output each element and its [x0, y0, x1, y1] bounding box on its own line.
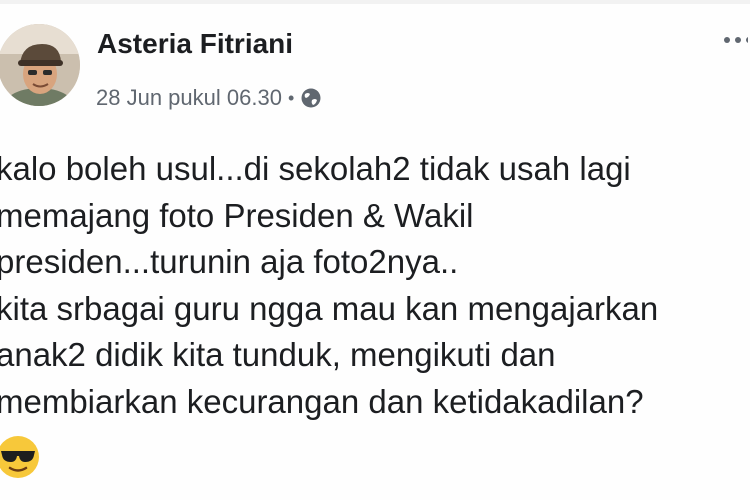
- post-text-line: membiarkan kecurangan dan ketidakadilan?: [0, 382, 644, 420]
- sunglasses-face-emoji: [0, 433, 42, 481]
- avatar-photo: [0, 24, 80, 106]
- more-options-icon[interactable]: [718, 24, 750, 54]
- post-text-line: kalo boleh usul...di sekolah2 tidak usah…: [0, 150, 631, 187]
- facebook-post: Asteria Fitriani 28 Jun pukul 06.30 • ka…: [0, 0, 750, 500]
- meta-separator: •: [287, 87, 295, 108]
- avatar[interactable]: [0, 24, 80, 106]
- post-text-line: presiden...turunin aja foto2nya..: [0, 243, 459, 280]
- post-text: kalo boleh usul...di sekolah2 tidak usah…: [0, 146, 750, 425]
- post-timestamp[interactable]: 28 Jun pukul 06.30: [96, 85, 282, 111]
- top-divider: [0, 0, 750, 4]
- post-text-line: anak2 didik kita tunduk, mengikuti dan: [0, 336, 556, 373]
- post-text-line: kita srbagai guru ngga mau kan mengajark…: [0, 289, 659, 327]
- globe-icon[interactable]: [300, 87, 322, 109]
- post-text-line: memajang foto Presiden & Wakil: [0, 196, 474, 234]
- post-meta: 28 Jun pukul 06.30 •: [96, 85, 322, 111]
- author-name[interactable]: Asteria Fitriani: [97, 28, 293, 60]
